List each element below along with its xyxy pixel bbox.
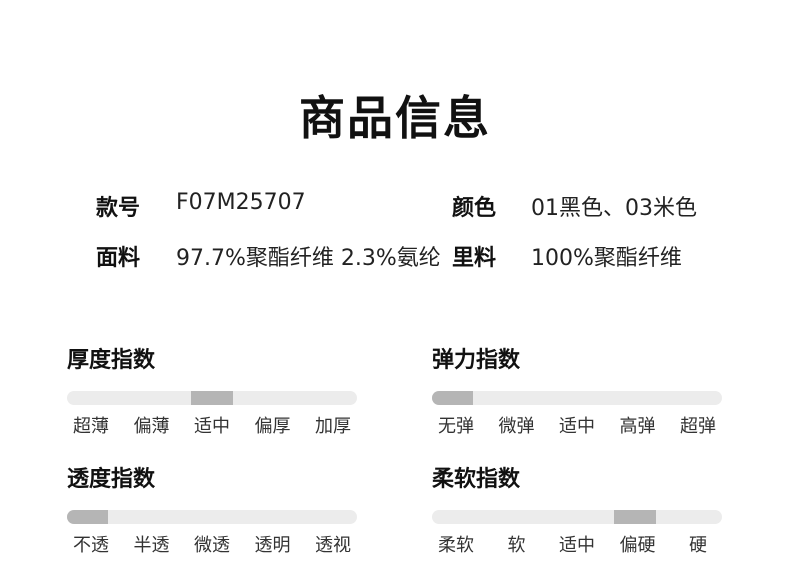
fabric-label: 面料 <box>96 246 141 271</box>
thickness-labels: 超薄 偏薄 适中 偏厚 加厚 <box>61 412 363 438</box>
style-no-label: 款号 <box>96 196 141 221</box>
softness-track <box>432 510 722 524</box>
style-no-value-wrap: F07M25707 <box>176 190 306 215</box>
fabric-row: 面料 <box>96 240 140 272</box>
lining-value: 100%聚酯纤维 <box>531 246 682 271</box>
transparency-title: 透度指数 <box>67 467 156 492</box>
color-label: 颜色 <box>452 196 497 221</box>
fabric-value-wrap: 97.7%聚酯纤维 2.3%氨纶 <box>176 240 441 272</box>
softness-label-3: 偏硬 <box>619 535 656 556</box>
transparency-labels: 不透 半透 微透 透明 透视 <box>61 531 363 557</box>
elasticity-title: 弹力指数 <box>432 348 521 373</box>
lining-label: 里料 <box>452 246 497 271</box>
thickness-label-4: 加厚 <box>315 416 351 437</box>
transparency-track <box>67 510 357 524</box>
elasticity-label-2: 适中 <box>559 416 595 437</box>
thickness-title: 厚度指数 <box>67 348 156 373</box>
thickness-fill <box>191 391 233 405</box>
transparency-label-0: 不透 <box>73 535 109 556</box>
elasticity-label-0: 无弹 <box>438 416 474 437</box>
transparency-fill <box>67 510 108 524</box>
transparency-meter: 透度指数 不透 半透 微透 透明 透视 <box>67 465 357 556</box>
softness-label-2: 适中 <box>559 535 595 556</box>
fabric-value: 97.7%聚酯纤维 2.3%氨纶 <box>176 246 441 271</box>
thickness-label-1: 偏薄 <box>133 416 170 437</box>
softness-label-0: 柔软 <box>438 535 474 556</box>
color-value-wrap: 01黑色、03米色 <box>531 190 697 222</box>
thickness-label-3: 偏厚 <box>254 416 291 437</box>
elasticity-fill <box>432 391 473 405</box>
color-value: 01黑色、03米色 <box>531 196 697 221</box>
elasticity-meter: 弹力指数 无弹 微弹 适中 高弹 超弹 <box>432 346 722 437</box>
elasticity-label-3: 高弹 <box>619 416 656 437</box>
transparency-label-3: 透明 <box>254 535 291 556</box>
softness-fill <box>614 510 656 524</box>
elasticity-labels: 无弹 微弹 适中 高弹 超弹 <box>426 412 728 438</box>
thickness-track <box>67 391 357 405</box>
softness-title: 柔软指数 <box>432 467 521 492</box>
transparency-label-2: 微透 <box>194 535 230 556</box>
elasticity-label-4: 超弹 <box>680 416 716 437</box>
thickness-label-0: 超薄 <box>73 416 109 437</box>
color-row: 颜色 <box>452 190 496 222</box>
style-no-row: 款号 <box>96 190 140 222</box>
page-title: 商品信息 <box>299 91 491 145</box>
lining-value-wrap: 100%聚酯纤维 <box>531 240 682 272</box>
softness-label-4: 硬 <box>689 535 707 556</box>
thickness-label-2: 适中 <box>194 416 230 437</box>
thickness-meter: 厚度指数 超薄 偏薄 适中 偏厚 加厚 <box>67 346 357 437</box>
transparency-label-4: 透视 <box>315 535 351 556</box>
lining-row: 里料 <box>452 240 496 272</box>
softness-meter: 柔软指数 柔软 软 适中 偏硬 硬 <box>432 465 722 556</box>
elasticity-track <box>432 391 722 405</box>
style-no-value: F07M25707 <box>176 190 306 215</box>
transparency-label-1: 半透 <box>133 535 170 556</box>
elasticity-label-1: 微弹 <box>498 416 535 437</box>
softness-labels: 柔软 软 适中 偏硬 硬 <box>426 531 728 557</box>
softness-label-1: 软 <box>507 535 526 556</box>
